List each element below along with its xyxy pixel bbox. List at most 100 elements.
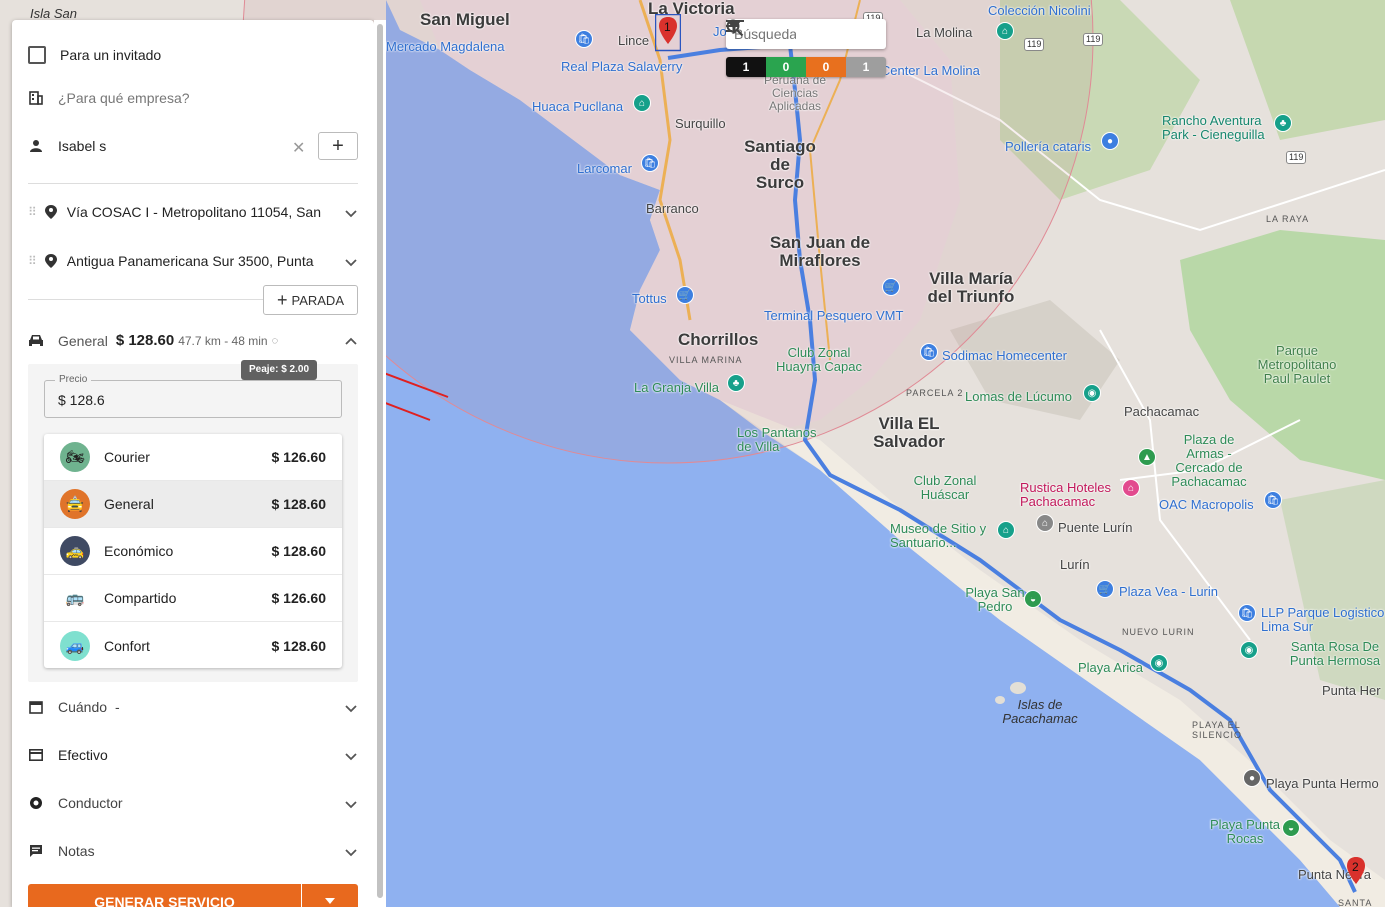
toll-icon[interactable]: ◌ xyxy=(272,335,279,347)
map-label-puente-lurin: Puente Lurín xyxy=(1058,520,1133,535)
origin-field[interactable]: ⠿ Vía COSAC I - Metropolitano 11054, San xyxy=(28,204,342,220)
route-shield: 119 xyxy=(1286,151,1307,164)
vehicle-option-general[interactable]: 🚖 General $ 128.60 xyxy=(44,481,342,528)
generate-options-button[interactable] xyxy=(302,884,358,907)
counter-black[interactable]: 1 xyxy=(726,57,766,77)
vehicle-option-confort[interactable]: 🚙 Confort $ 128.60 xyxy=(44,622,342,669)
caret-down-icon xyxy=(325,898,335,904)
counter-green[interactable]: 0 xyxy=(766,57,806,77)
car-icon: 🚙 xyxy=(60,630,90,661)
map-label-villa-maria: Villa María del Triunfo xyxy=(927,269,1015,306)
route-shield: 119 xyxy=(1024,38,1045,51)
map-label-rustica: Rustica Hoteles Pachacamac xyxy=(1020,480,1112,509)
map-label-playa-punta-rocas: Playa Punta Rocas xyxy=(1209,817,1281,846)
map-label-santa: SANTA xyxy=(1338,898,1373,907)
route-shield: 119 xyxy=(1083,33,1104,46)
origin-pin[interactable]: 1 xyxy=(655,14,681,52)
camera-icon: ◉ xyxy=(1083,384,1101,402)
when-value: - xyxy=(115,699,120,715)
camera-icon: ◉ xyxy=(1240,641,1258,659)
destination-pin[interactable]: 2 xyxy=(1343,855,1369,887)
chevron-up-icon[interactable] xyxy=(344,334,358,348)
price-input[interactable]: Precio $ 128.6 xyxy=(44,374,342,418)
map-label-larcomar: Larcomar xyxy=(577,161,632,176)
sort-icon[interactable] xyxy=(726,19,880,49)
chevron-down-icon[interactable] xyxy=(344,797,358,811)
add-passenger-button[interactable]: + xyxy=(318,132,358,160)
beach-icon: ◒ xyxy=(1024,590,1042,608)
drag-handle-icon[interactable]: ⠿ xyxy=(28,254,37,268)
vehicle-option-courier[interactable]: 🏍 Courier $ 126.60 xyxy=(44,434,342,481)
driver-section[interactable]: Conductor xyxy=(28,795,123,811)
destination-address: Antigua Panamericana Sur 3500, Punta xyxy=(66,253,314,269)
map-label-terminal: Terminal Pesquero VMT xyxy=(764,308,904,323)
shopping-icon: 🛒 xyxy=(676,286,694,304)
guest-checkbox[interactable] xyxy=(28,46,46,64)
vehicle-name: Compartido xyxy=(104,590,177,606)
vehicle-option-compartido[interactable]: 🚌 Compartido $ 126.60 xyxy=(44,575,342,622)
vehicle-price: $ 128.60 xyxy=(271,543,327,559)
map-label-parque-met: Parque Metropolitano Paul Paulet xyxy=(1257,343,1337,386)
generate-service-button[interactable]: GENERAR SERVICIO xyxy=(28,884,301,907)
map-label-mercado: Mercado Magdalena xyxy=(386,39,505,54)
clear-icon[interactable]: ✕ xyxy=(292,138,305,158)
map-label-playa-punta-hermosa: Playa Punta Hermo xyxy=(1266,776,1379,791)
company-field[interactable]: ¿Para qué empresa? xyxy=(28,90,190,106)
notes-section[interactable]: Notas xyxy=(28,843,95,859)
location-icon: ● xyxy=(1243,769,1261,787)
fare-distance-time: 47.7 km - 48 min xyxy=(178,333,268,348)
map-label-rancho: Rancho Aventura Park - Cieneguilla xyxy=(1162,113,1265,142)
map-search-bar xyxy=(726,19,886,49)
chevron-down-icon[interactable] xyxy=(344,749,358,763)
origin-address: Vía COSAC I - Metropolitano 11054, San xyxy=(66,204,322,220)
shopping-icon: 🛍 xyxy=(920,343,938,361)
search-icon[interactable] xyxy=(726,19,824,49)
map-label-la-raya: LA RAYA xyxy=(1266,214,1310,224)
add-stop-label: PARADA xyxy=(291,292,345,308)
generate-service-group: GENERAR SERVICIO xyxy=(28,884,358,907)
payment-section[interactable]: Efectivo xyxy=(28,747,108,763)
when-section[interactable]: Cuándo - xyxy=(28,699,120,715)
map-label-center-molina: a Center La Molina xyxy=(870,63,980,78)
vehicle-price: $ 126.60 xyxy=(271,449,327,465)
map-label-san-miguel: San Miguel xyxy=(420,10,510,29)
when-label: Cuándo xyxy=(58,699,108,715)
destination-field[interactable]: ⠿ Antigua Panamericana Sur 3500, Punta xyxy=(28,253,342,269)
map-label-huaca: Huaca Pucllana xyxy=(532,99,624,114)
map-label-san-juan: San Juan de Miraflores xyxy=(769,233,871,270)
map-label-parcela: PARCELA 2 xyxy=(906,388,964,398)
guest-checkbox-row[interactable]: Para un invitado xyxy=(28,46,161,64)
counter-gray[interactable]: 1 xyxy=(846,57,886,77)
chevron-down-icon[interactable] xyxy=(344,701,358,715)
origin-pin-number: 1 xyxy=(664,20,671,34)
park-icon: ♣ xyxy=(727,374,745,392)
map-label-llp: LLP Parque Logistico Lima Sur xyxy=(1261,605,1385,634)
map-label-surquillo: Surquillo xyxy=(675,116,726,131)
panel-scrollbar-thumb[interactable] xyxy=(377,24,383,898)
map-label-club-huayna: Club Zonal Huayna Capac xyxy=(776,345,862,374)
company-placeholder: ¿Para qué empresa? xyxy=(58,90,190,106)
map-label-jo: Jo xyxy=(713,24,727,39)
store-icon: ● xyxy=(1101,132,1119,150)
chevron-down-icon[interactable] xyxy=(344,206,358,220)
price-label: Precio xyxy=(55,374,92,385)
map-label-villa-marina: VILLA MARINA xyxy=(669,355,743,365)
tree-icon: ▲ xyxy=(1138,448,1156,466)
map-label-barranco: Barranco xyxy=(646,201,699,216)
map-label-sodimac: Sodimac Homecenter xyxy=(942,348,1067,363)
fare-summary[interactable]: General $ 128.60 47.7 km - 48 min ◌ xyxy=(28,332,358,349)
map-label-plaza-armas: Plaza de Armas - Cercado de Pachacamac xyxy=(1171,432,1247,489)
map-label-la-molina: La Molina xyxy=(916,25,973,40)
chevron-down-icon[interactable] xyxy=(344,845,358,859)
map-label-pachacamac: Pachacamac xyxy=(1124,404,1200,419)
guest-label: Para un invitado xyxy=(60,47,162,63)
counter-orange[interactable]: 0 xyxy=(806,57,846,77)
vehicle-option-economico[interactable]: 🚕 Económico $ 128.60 xyxy=(44,528,342,575)
drag-handle-icon[interactable]: ⠿ xyxy=(28,205,37,219)
map-label-real-plaza: Real Plaza Salaverry xyxy=(561,59,683,74)
map-label-club-huascar: Club Zonal Huáscar xyxy=(913,473,977,502)
map-label-lomas: Lomas de Lúcumo xyxy=(965,389,1072,404)
add-stop-button[interactable]: + PARADA xyxy=(263,285,358,315)
filter-icon[interactable] xyxy=(727,19,852,49)
chevron-down-icon[interactable] xyxy=(344,255,358,269)
